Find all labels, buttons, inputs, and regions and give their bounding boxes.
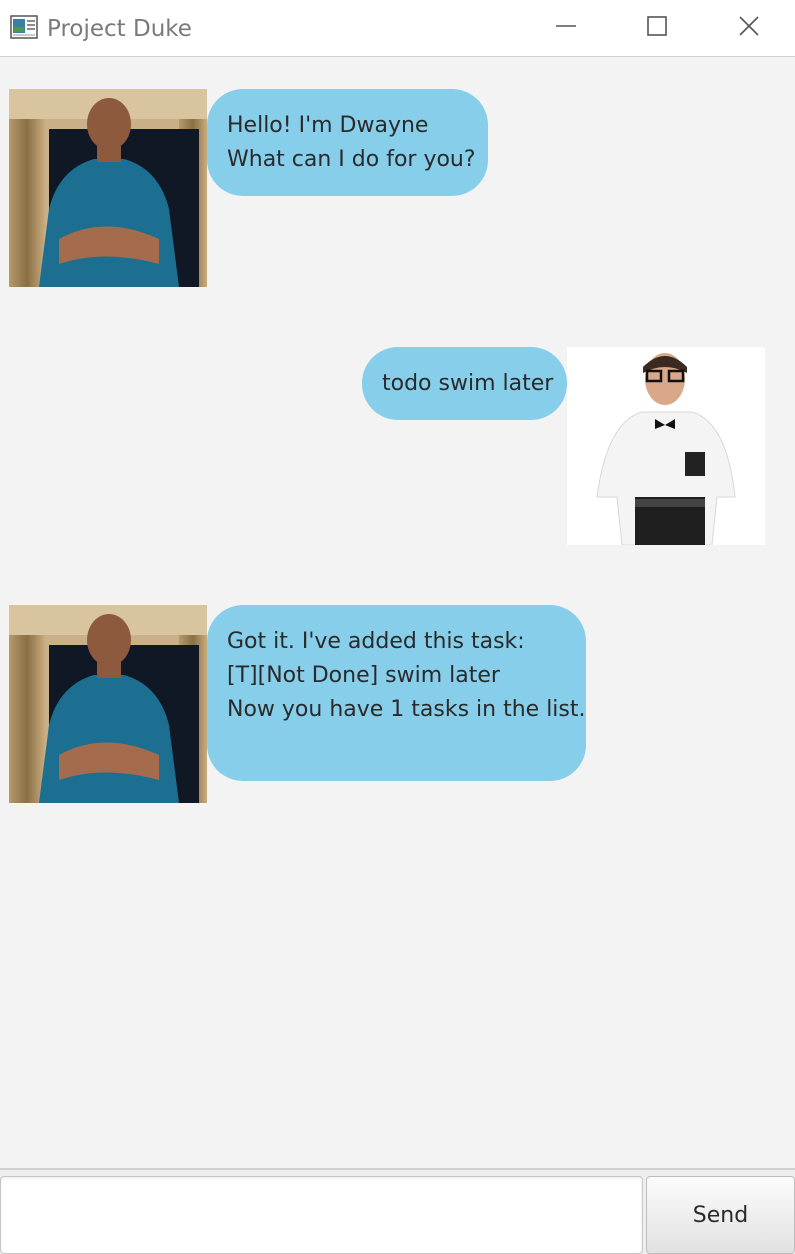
user-avatar	[567, 347, 765, 546]
duke-message-bubble: Hello! I'm Dwayne What can I do for you?	[207, 89, 488, 196]
user-input-field[interactable]	[0, 1176, 643, 1254]
maximize-button[interactable]	[611, 0, 703, 56]
duke-avatar	[9, 89, 207, 287]
dialog-container[interactable]: Hello! I'm Dwayne What can I do for you?…	[0, 58, 795, 1168]
send-button[interactable]: Send	[646, 1176, 795, 1254]
message-line: [T][Not Done] swim later	[227, 663, 500, 688]
message-line: Got it. I've added this task:	[227, 629, 525, 654]
duke-avatar	[9, 605, 207, 803]
user-message-bubble: todo swim later	[362, 347, 567, 420]
message-line: Now you have 1 tasks in the list.	[227, 697, 586, 722]
maximize-icon	[645, 14, 669, 42]
message-line: What can I do for you?	[227, 147, 476, 172]
window-title: Project Duke	[47, 16, 192, 42]
minimize-button[interactable]	[520, 0, 612, 56]
app-window: Project Duke Hello! I'm Dwayne What can …	[0, 0, 795, 1254]
title-bar[interactable]: Project Duke	[0, 0, 795, 57]
close-button[interactable]	[703, 0, 795, 56]
minimize-icon	[554, 14, 578, 42]
close-icon	[737, 14, 761, 42]
message-line: todo swim later	[382, 371, 554, 396]
app-window-icon	[10, 15, 38, 39]
message-line: Hello! I'm Dwayne	[227, 113, 429, 138]
input-bar: Send	[0, 1168, 795, 1254]
duke-message-bubble: Got it. I've added this task: [T][Not Do…	[207, 605, 586, 781]
